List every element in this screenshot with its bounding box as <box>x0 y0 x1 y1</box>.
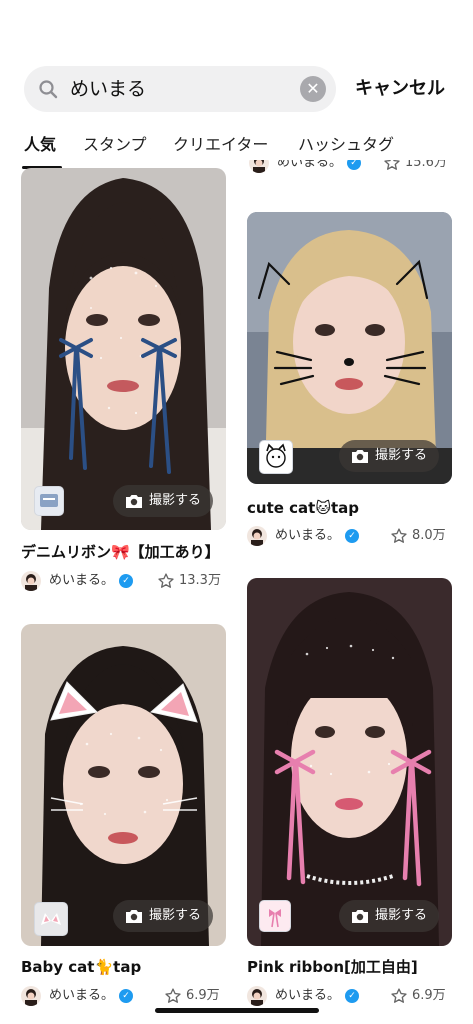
camera-icon <box>126 910 142 923</box>
shoot-label: 撮影する <box>375 908 428 923</box>
avatar[interactable] <box>21 986 41 1006</box>
previous-card-meta: めいまる。 ✓ 15.6万 <box>249 160 454 176</box>
verified-icon: ✓ <box>119 574 133 588</box>
star-icon[interactable] <box>390 527 408 545</box>
effect-card-cute-cat[interactable]: 撮影する cute cat🐱tap めいまる。 ✓ 8.0万 <box>247 212 452 552</box>
effect-meta: めいまる。 ✓ 13.3万 <box>21 570 226 592</box>
close-icon: ✕ <box>306 79 320 98</box>
verified-icon: ✓ <box>119 989 133 1003</box>
tab-creators[interactable]: クリエイター <box>173 133 268 157</box>
avatar[interactable] <box>247 526 267 546</box>
camera-icon <box>352 450 368 463</box>
shoot-button[interactable]: 撮影する <box>113 900 214 932</box>
avatar[interactable] <box>21 571 41 591</box>
avatar[interactable] <box>247 986 267 1006</box>
author-name[interactable]: めいまる。 <box>49 570 114 592</box>
verified-icon: ✓ <box>345 989 359 1003</box>
cat-ears-icon <box>41 913 61 925</box>
star-icon[interactable] <box>390 987 408 1005</box>
effect-badge <box>34 486 64 516</box>
favorite-count: 15.6万 <box>405 160 447 170</box>
star-icon[interactable] <box>383 160 401 172</box>
star-icon[interactable] <box>164 987 182 1005</box>
shoot-label: 撮影する <box>375 448 428 463</box>
verified-icon: ✓ <box>345 529 359 543</box>
shoot-button[interactable]: 撮影する <box>113 485 214 517</box>
home-indicator[interactable] <box>155 1008 319 1013</box>
search-input[interactable]: めいまる ✕ <box>24 66 336 112</box>
cancel-button[interactable]: キャンセル <box>355 76 445 102</box>
favorite-count: 6.9万 <box>186 988 220 1003</box>
shoot-label: 撮影する <box>149 493 202 508</box>
avatar <box>249 160 269 173</box>
tab-popular[interactable]: 人気 <box>24 133 56 157</box>
shoot-button[interactable]: 撮影する <box>339 440 440 472</box>
shoot-label: 撮影する <box>149 908 202 923</box>
effect-preview-image[interactable]: 撮影する <box>21 168 226 530</box>
verified-icon: ✓ <box>347 160 361 170</box>
effect-preview-image[interactable]: 撮影する <box>247 212 452 484</box>
camera-icon <box>352 910 368 923</box>
effect-title[interactable]: デニムリボン🎀【加工あり】 <box>21 542 220 562</box>
search-row: めいまる ✕ キャンセル <box>24 66 454 112</box>
camera-icon <box>126 495 142 508</box>
favorite-count: 8.0万 <box>412 528 446 543</box>
effect-preview-image[interactable]: 撮影する <box>21 624 226 946</box>
tab-hashtags[interactable]: ハッシュタグ <box>298 133 394 157</box>
effect-title[interactable]: Baby cat🐈tap <box>21 957 141 977</box>
effect-card-baby-cat[interactable]: 撮影する Baby cat🐈tap めいまる。 ✓ 6.9万 <box>21 624 226 1008</box>
author-name: めいまる。 <box>277 160 343 170</box>
favorite-count: 13.3万 <box>179 573 221 588</box>
author-name[interactable]: めいまる。 <box>275 525 340 547</box>
effect-title[interactable]: Pink ribbon[加工自由] <box>247 957 418 977</box>
effect-badge <box>34 902 68 936</box>
search-query: めいまる <box>70 78 147 100</box>
effect-meta: めいまる。 ✓ 6.9万 <box>247 985 452 1007</box>
effect-card-pink-ribbon[interactable]: 撮影する Pink ribbon[加工自由] めいまる。 ✓ 6.9万 <box>247 578 452 1008</box>
cat-face-icon <box>266 443 286 468</box>
ribbon-icon <box>269 909 281 928</box>
star-icon[interactable] <box>157 572 175 590</box>
author-name[interactable]: めいまる。 <box>49 985 114 1007</box>
clear-search-button[interactable]: ✕ <box>300 76 326 102</box>
effect-badge <box>259 900 291 932</box>
effect-card-denim-ribbon[interactable]: 撮影する デニムリボン🎀【加工あり】 めいまる。 ✓ 13.3万 <box>21 168 226 598</box>
effect-meta: めいまる。 ✓ 6.9万 <box>21 985 226 1007</box>
shoot-button[interactable]: 撮影する <box>339 900 440 932</box>
effect-badge <box>259 440 293 474</box>
author-name[interactable]: めいまる。 <box>275 985 340 1007</box>
effect-title[interactable]: cute cat🐱tap <box>247 498 359 518</box>
search-icon <box>39 80 58 99</box>
effect-preview-image[interactable]: 撮影する <box>247 578 452 946</box>
effect-meta: めいまる。 ✓ 8.0万 <box>247 525 452 547</box>
favorite-count: 6.9万 <box>412 988 446 1003</box>
tab-stamps[interactable]: スタンプ <box>83 133 147 157</box>
